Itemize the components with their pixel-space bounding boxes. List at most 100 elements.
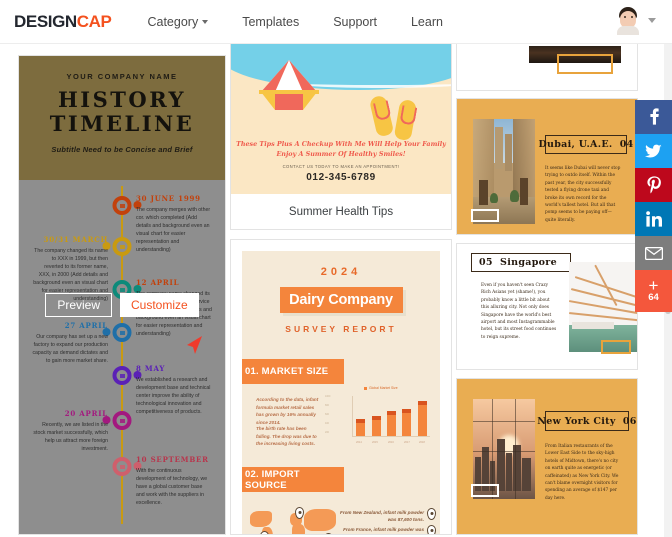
dairy-import-text-1: From New Zealand, infant milk powder was… bbox=[340, 510, 424, 523]
alley-plant-1 bbox=[490, 192, 498, 203]
avatar-eye-right bbox=[631, 16, 633, 18]
timeline-marker-4 bbox=[112, 323, 132, 342]
dairy-year: 2024 bbox=[320, 266, 362, 278]
share-more-button[interactable]: + 64 bbox=[635, 270, 672, 312]
template-card-summer-health-tips[interactable]: These Tips Plus A Checkup With Me Will H… bbox=[231, 44, 451, 229]
timeline-date-2: 30/31 MARCH bbox=[43, 235, 108, 244]
singapore-city-number: 05 bbox=[479, 257, 493, 268]
dubai-city-name: Dubai, U.A.E. bbox=[538, 139, 613, 150]
customize-button[interactable]: Customize bbox=[120, 293, 199, 317]
nyc-description: From Italian restaurants of the Lower Ea… bbox=[545, 444, 619, 501]
nav-item-templates[interactable]: Templates bbox=[242, 15, 299, 29]
bridge-band-4 bbox=[569, 312, 637, 323]
nyc-cable-4 bbox=[515, 399, 517, 499]
template-hover-actions: Preview Customize bbox=[19, 293, 225, 317]
chart-plot-area bbox=[352, 396, 430, 437]
alley-plant-2 bbox=[510, 190, 519, 202]
share-twitter-button[interactable] bbox=[635, 134, 672, 168]
template-card-partial-top[interactable] bbox=[457, 44, 637, 90]
main-nav: Category Templates Support Learn bbox=[147, 15, 476, 29]
email-icon bbox=[644, 246, 663, 260]
alley-door-right bbox=[520, 177, 528, 206]
summer-script-text: These Tips Plus A Checkup With Me Will H… bbox=[231, 140, 451, 160]
dairy-import-line-2: From France, infant milk powder was 47,3… bbox=[338, 526, 424, 534]
nyc-cable-1 bbox=[473, 421, 535, 423]
nav-item-category[interactable]: Category bbox=[147, 15, 209, 29]
summer-contact-text: CONTACT US TODAY TO MAKE AN APPOINTMENT! bbox=[282, 164, 400, 169]
timeline-date-4: 27 APRIL bbox=[64, 321, 108, 330]
singapore-bridge-photo bbox=[569, 262, 637, 352]
dairy-import-text-2: From France, infant milk powder was 47,3… bbox=[343, 527, 424, 532]
chevron-down-icon[interactable] bbox=[648, 17, 656, 23]
beach-umbrella-icon bbox=[259, 60, 319, 110]
facebook-icon bbox=[649, 108, 659, 125]
nyc-building-7 bbox=[521, 458, 531, 491]
timeline-marker-6 bbox=[112, 411, 132, 430]
timeline-node-1 bbox=[112, 196, 142, 215]
timeline-marker-7 bbox=[112, 457, 132, 476]
share-facebook-button[interactable] bbox=[635, 100, 672, 134]
template-card-dubai[interactable]: Dubai, U.A.E. 04 It seems like Dubai wil… bbox=[457, 99, 637, 234]
chart-legend-swatch bbox=[364, 386, 367, 390]
chart-bar-0 bbox=[356, 419, 366, 436]
chart-bar-cap-0 bbox=[356, 419, 366, 424]
chart-xtick-2: 2016 bbox=[388, 441, 394, 444]
twitter-icon bbox=[645, 144, 662, 157]
map-pin-2 bbox=[295, 507, 304, 519]
chart-bar-3 bbox=[402, 408, 412, 436]
chart-bar-1 bbox=[371, 416, 381, 436]
timeline-date-6: 20 APRIL bbox=[64, 409, 108, 418]
alley-door-left bbox=[479, 179, 488, 206]
import-pin-1 bbox=[427, 508, 436, 520]
chart-legend-label: Global Market Size bbox=[369, 386, 398, 390]
summer-script-line2: Enjoy A Summer Of Healthy Smiles! bbox=[276, 149, 406, 158]
chart-xtick-1: 2015 bbox=[372, 441, 378, 444]
timeline-title-line1: HISTORY bbox=[57, 87, 187, 112]
share-email-button[interactable] bbox=[635, 236, 672, 270]
template-card-singapore[interactable]: 05 Singapore Even if you haven't seen Cr… bbox=[457, 244, 637, 369]
template-card-new-york-city[interactable]: New York City 06 From Italian restaurant… bbox=[457, 379, 637, 534]
timeline-entry-7: 10 SEPTEMBER With the continuous develop… bbox=[136, 455, 212, 507]
timeline-marker-2 bbox=[112, 237, 132, 256]
nav-label-templates: Templates bbox=[242, 14, 300, 29]
chart-ytick-1: 800 bbox=[325, 404, 329, 407]
share-linkedin-button[interactable] bbox=[635, 202, 672, 236]
timeline-date-7: 10 SEPTEMBER bbox=[136, 455, 209, 464]
dairy-brand-name: Dairy Company bbox=[289, 292, 393, 308]
designcap-logo[interactable]: DESIGNCAP bbox=[14, 11, 112, 32]
user-menu[interactable] bbox=[615, 5, 656, 35]
timeline-title: HISTORY TIMELINE bbox=[29, 88, 215, 135]
nav-item-learn[interactable]: Learn bbox=[411, 15, 443, 29]
map-asia bbox=[304, 509, 336, 531]
singapore-description: Even if you haven't seen Crazy Rich Asia… bbox=[481, 283, 557, 340]
template-card-history-timeline[interactable]: YOUR COMPANY NAME HISTORY TIMELINE Subti… bbox=[19, 56, 225, 534]
summer-phone-number: 012-345-6789 bbox=[306, 172, 376, 183]
timeline-text-4: Our company has set up a new factory to … bbox=[32, 334, 108, 365]
dairy-import-line-1: From New Zealand, infant milk powder was… bbox=[338, 509, 424, 524]
singapore-boardwalk bbox=[571, 322, 614, 329]
nav-item-support[interactable]: Support bbox=[333, 15, 377, 29]
singapore-bridge-scene bbox=[569, 262, 637, 352]
pinterest-icon bbox=[646, 176, 661, 194]
alley-wind-tower-2 bbox=[505, 133, 513, 172]
summer-beach-artwork: These Tips Plus A Checkup With Me Will H… bbox=[231, 44, 451, 194]
share-pinterest-button[interactable] bbox=[635, 168, 672, 202]
arrow-cursor-icon bbox=[187, 336, 202, 354]
chevron-down-icon bbox=[202, 19, 209, 24]
timeline-text-7: With the continuous development of techn… bbox=[136, 468, 208, 507]
chart-xtick-3: 2017 bbox=[404, 441, 410, 444]
chart-bar-cap-3 bbox=[402, 408, 412, 413]
logo-text-cap: CAP bbox=[76, 11, 112, 31]
social-share-sidebar: + 64 bbox=[635, 100, 672, 312]
map-africa bbox=[292, 524, 305, 534]
avatar[interactable] bbox=[615, 5, 641, 35]
timeline-title-line2: TIMELINE bbox=[49, 110, 195, 136]
template-card-dairy-company[interactable]: 2024 Dairy Company SURVEY REPORT 01. MAR… bbox=[231, 240, 451, 534]
dairy-survey-label: SURVEY REPORT bbox=[285, 324, 397, 334]
nyc-building-5 bbox=[505, 453, 513, 491]
timeline-date-3: 12 APRIL bbox=[136, 278, 180, 287]
timeline-subtitle: Subtitle Need to be Concise and Brief bbox=[51, 145, 193, 155]
preview-button[interactable]: Preview bbox=[45, 293, 112, 317]
avatar-eye-left bbox=[624, 16, 626, 18]
partial-card-gold-frame bbox=[557, 54, 613, 74]
